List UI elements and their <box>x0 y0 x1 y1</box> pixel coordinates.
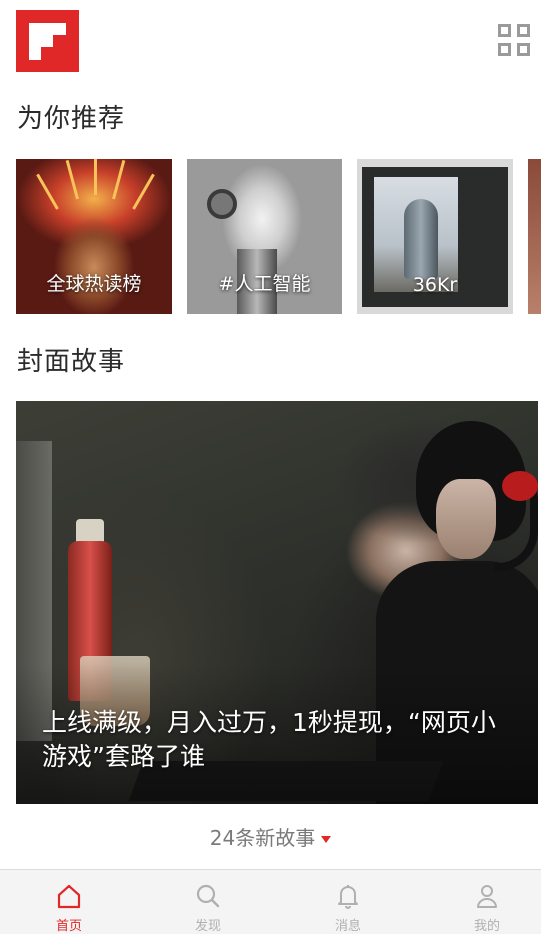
grid-icon[interactable] <box>498 24 532 58</box>
decor <box>65 159 79 200</box>
new-stories-button[interactable]: 24条新故事 <box>0 822 541 851</box>
tab-home[interactable]: 首页 <box>19 870 119 934</box>
person-icon <box>477 885 497 908</box>
grid-cell <box>517 43 530 56</box>
tab-messages[interactable]: 消息 <box>298 870 398 934</box>
search-icon <box>196 884 220 908</box>
decor <box>502 471 538 501</box>
logo-stroke <box>29 35 53 47</box>
recommend-card[interactable]: 36Kr <box>357 159 513 314</box>
top-bar <box>0 0 541 86</box>
cover-story-headline: 上线满级，月入过万，1秒提现，“网页小游戏”套路了谁 <box>42 708 496 771</box>
decor <box>94 159 97 195</box>
decor <box>36 173 59 210</box>
new-stories-label: 24条新故事 <box>209 826 316 850</box>
logo-stroke <box>29 47 41 60</box>
flipboard-logo[interactable] <box>16 10 79 72</box>
recommend-card-label: 36Kr <box>412 274 458 296</box>
tab-discover[interactable]: 发现 <box>158 870 258 934</box>
caret-down-icon <box>321 836 332 843</box>
tab-profile[interactable]: 我的 <box>437 870 537 934</box>
tab-label: 首页 <box>55 919 82 934</box>
bell-icon <box>338 885 358 909</box>
decor <box>112 159 126 200</box>
recommend-carousel[interactable]: 全球热读榜 #人工智能 36Kr <box>16 159 541 314</box>
tab-label: 我的 <box>473 919 500 934</box>
recommend-card-label: #人工智能 <box>218 273 311 295</box>
cover-story-card[interactable]: 上线满级，月入过万，1秒提现，“网页小游戏”套路了谁 <box>16 401 538 804</box>
logo-stroke <box>29 23 66 35</box>
recommend-card[interactable] <box>528 159 541 314</box>
bottom-tab-bar: 首页 发现 消息 我的 <box>0 869 541 934</box>
recommend-card-label: 全球热读榜 <box>46 273 142 295</box>
tab-label: 发现 <box>194 919 221 934</box>
grid-cell <box>517 24 530 37</box>
decor <box>207 189 237 219</box>
grid-cell <box>498 43 511 56</box>
tab-label: 消息 <box>334 919 361 934</box>
recommend-card[interactable]: #人工智能 <box>187 159 342 314</box>
home-icon <box>57 884 81 909</box>
decor <box>404 199 438 279</box>
grid-cell <box>498 24 511 37</box>
decor <box>132 173 155 210</box>
decor <box>436 479 496 559</box>
section-title-cover: 封面故事 <box>17 347 126 377</box>
section-title-recommend: 为你推荐 <box>17 104 126 134</box>
recommend-card[interactable]: 全球热读榜 <box>16 159 172 314</box>
